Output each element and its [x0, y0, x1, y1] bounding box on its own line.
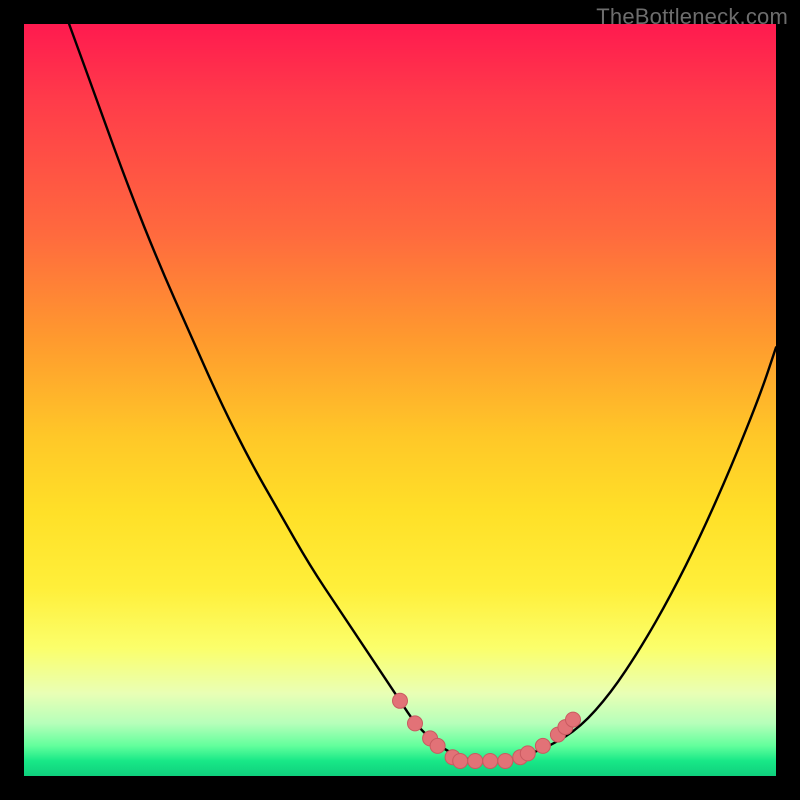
chart-plot-area — [24, 24, 776, 776]
curve-marker — [483, 754, 498, 769]
watermark-text: TheBottleneck.com — [596, 4, 788, 30]
bottleneck-curve — [69, 24, 776, 761]
curve-marker — [408, 716, 423, 731]
curve-marker — [520, 746, 535, 761]
curve-marker — [393, 693, 408, 708]
curve-markers — [393, 693, 581, 768]
chart-svg — [24, 24, 776, 776]
curve-marker — [453, 754, 468, 769]
curve-marker — [498, 754, 513, 769]
curve-marker — [566, 712, 581, 727]
curve-marker — [468, 754, 483, 769]
curve-marker — [535, 738, 550, 753]
chart-frame: TheBottleneck.com — [0, 0, 800, 800]
curve-marker — [430, 738, 445, 753]
